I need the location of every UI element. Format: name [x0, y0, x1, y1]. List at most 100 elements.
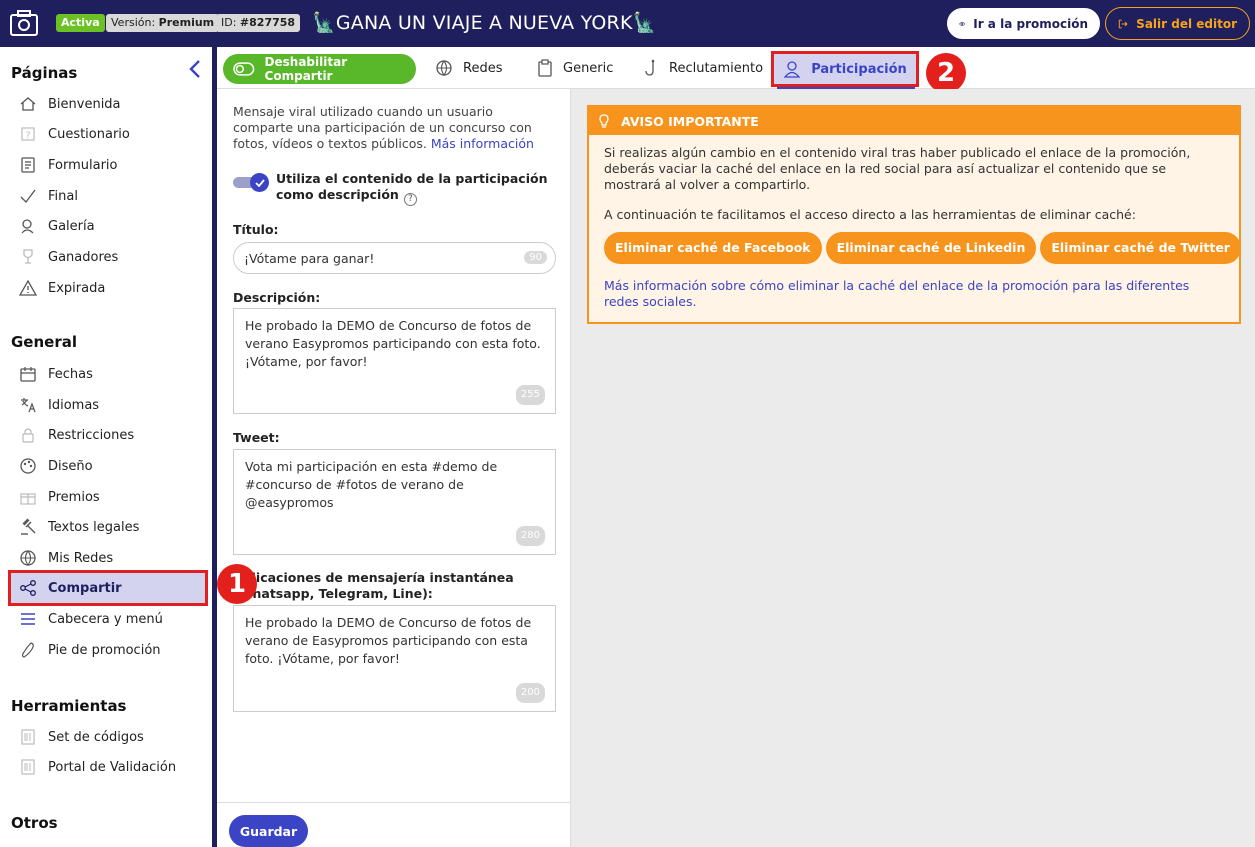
tweet-textarea[interactable]: Vota mi participación en esta #demo de #… [233, 449, 556, 555]
form-intro: Mensaje viral utilizado cuando un usuari… [233, 104, 553, 152]
lock-icon [19, 426, 37, 444]
sidebar-item-label: Textos legales [48, 519, 140, 535]
menu-icon [19, 610, 37, 628]
disable-sharing-label: Deshabilitar Compartir [264, 55, 348, 83]
description-value: He probado la DEMO de Concurso de fotos … [245, 318, 541, 369]
notice-body: Si realizas algún cambio en el contenido… [589, 135, 1241, 320]
tab-label: Participación [811, 61, 907, 77]
sidebar-item-final[interactable]: Final [8, 181, 208, 211]
toggle-off-icon [233, 62, 255, 76]
sidebar-item-label: Fechas [48, 366, 93, 382]
lightbulb-icon [599, 114, 609, 128]
chevron-left-icon[interactable] [187, 59, 203, 79]
disable-sharing-button[interactable]: Deshabilitar Compartir [223, 54, 416, 84]
messaging-value: He probado la DEMO de Concurso de fotos … [245, 615, 532, 666]
messaging-label: Aplicaciones de mensajería instantánea (… [233, 570, 514, 601]
sidebar-item-portal-validacion[interactable]: Portal de Validación [8, 752, 208, 782]
sidebar-item-idiomas[interactable]: Idiomas [8, 390, 208, 420]
sidebar-item-formulario[interactable]: Formulario [8, 150, 208, 180]
sidebar-item-cabecera-menu[interactable]: Cabecera y menú [8, 604, 208, 634]
description-textarea[interactable]: He probado la DEMO de Concurso de fotos … [233, 308, 556, 414]
sidebar-item-mis-redes[interactable]: Mis Redes [8, 543, 208, 573]
cache-buttons: Eliminar caché de Facebook Eliminar cach… [604, 232, 1241, 264]
share-form-panel: Mensaje viral utilizado cuando un usuari… [217, 89, 571, 847]
eye-icon [959, 21, 966, 26]
save-button[interactable]: Guardar [229, 815, 308, 847]
sidebar-item-fechas[interactable]: Fechas [8, 359, 208, 389]
clear-twitter-cache-button[interactable]: Eliminar caché de Twitter [1040, 232, 1241, 264]
tab-reclutamiento[interactable]: Reclutamiento [645, 47, 763, 89]
cache-help-link[interactable]: Más información sobre cómo eliminar la c… [604, 278, 1224, 310]
version-value: Premium [158, 16, 215, 29]
gallery-icon [19, 217, 37, 235]
tab-redes[interactable]: Redes [435, 47, 502, 89]
sidebar-item-diseno[interactable]: Diseño [8, 451, 208, 481]
sidebar-item-restricciones[interactable]: Restricciones [8, 420, 208, 450]
warning-icon [19, 279, 37, 297]
sidebar-item-cuestionario[interactable]: ? Cuestionario [8, 119, 208, 149]
tab-participacion[interactable]: Participación [771, 51, 919, 87]
sidebar-item-label: Mis Redes [48, 550, 114, 566]
use-participation-label: Utiliza el contenido de la participación… [276, 171, 561, 206]
camera-icon[interactable] [10, 10, 38, 36]
important-notice: AVISO IMPORTANTE Si realizas algún cambi… [587, 105, 1241, 324]
clear-linkedin-cache-button[interactable]: Eliminar caché de Linkedin [825, 232, 1037, 264]
globe-icon [436, 60, 452, 76]
notice-cache-intro: A continuación te facilitamos el acceso … [604, 207, 1136, 222]
sidebar-item-label: Cabecera y menú [48, 611, 163, 627]
sidebar-item-label: Portal de Validación [48, 759, 177, 775]
sidebar-item-label: Idiomas [48, 397, 100, 413]
messaging-textarea[interactable]: He probado la DEMO de Concurso de fotos … [233, 605, 556, 712]
palette-icon [19, 457, 37, 475]
home-icon [19, 95, 37, 113]
section-title-others: Otros [11, 814, 58, 832]
go-to-promotion-label: Ir a la promoción [973, 16, 1088, 31]
step-marker-2: 2 [926, 53, 966, 93]
sidebar: Páginas Bienvenida ? Cuestionario Formul… [0, 47, 212, 847]
section-title-tools: Herramientas [11, 697, 127, 715]
id-label: ID: [221, 16, 237, 29]
more-info-link[interactable]: Más información [431, 136, 534, 151]
title-label: Título: [233, 222, 279, 237]
share-icon [19, 579, 37, 597]
sidebar-item-bienvenida[interactable]: Bienvenida [8, 89, 208, 119]
top-bar: Activa Versión: Premium ID: #827758 🗽GAN… [0, 0, 1255, 47]
exit-editor-button[interactable]: Salir del editor [1105, 7, 1250, 40]
sidebar-item-label: Expirada [48, 280, 106, 296]
clear-facebook-cache-button[interactable]: Eliminar caché de Facebook [604, 232, 822, 264]
translate-icon [19, 396, 37, 414]
help-icon[interactable]: ? [403, 192, 417, 206]
sidebar-item-pie-promocion[interactable]: Pie de promoción [8, 635, 208, 665]
promotion-title: 🗽GANA UN VIAJE A NUEVA YORK🗽 [312, 12, 657, 34]
go-to-promotion-button[interactable]: Ir a la promoción [946, 7, 1101, 40]
sidebar-item-premios[interactable]: Premios [8, 482, 208, 512]
version-badge: Versión: Premium [106, 14, 220, 32]
title-char-counter: 90 [524, 251, 547, 264]
check-icon [19, 187, 37, 205]
sidebar-item-compartir[interactable]: Compartir [8, 570, 208, 606]
version-label: Versión: [111, 16, 156, 29]
sidebar-item-ganadores[interactable]: Ganadores [8, 242, 208, 272]
sidebar-item-galeria[interactable]: Galería [8, 211, 208, 241]
notice-area: AVISO IMPORTANTE Si realizas algún cambi… [571, 89, 1255, 847]
sidebar-item-set-codigos[interactable]: Set de códigos [8, 722, 208, 752]
sidebar-item-expirada[interactable]: Expirada [8, 273, 208, 303]
barcode-icon [19, 728, 37, 746]
description-label: Descripción: [233, 290, 321, 305]
svg-text:?: ? [26, 131, 31, 141]
use-participation-toggle[interactable] [233, 173, 271, 192]
tab-generic[interactable]: Generic [537, 47, 613, 89]
notice-header: AVISO IMPORTANTE [589, 107, 1239, 135]
tweet-char-counter: 280 [515, 526, 545, 546]
exit-editor-label: Salir del editor [1136, 16, 1237, 31]
hook-icon [645, 59, 655, 76]
calendar-icon [19, 365, 37, 383]
title-input[interactable]: ¡Vótame para ganar! 90 [233, 242, 556, 274]
sidebar-item-label: Restricciones [48, 427, 135, 443]
status-badge: Activa [56, 14, 105, 32]
form-footer: Guardar [217, 802, 571, 847]
sidebar-item-label: Diseño [48, 458, 93, 474]
id-value: #827758 [239, 16, 296, 29]
step-marker-1: 1 [217, 564, 257, 604]
sidebar-item-textos-legales[interactable]: Textos legales [8, 512, 208, 542]
